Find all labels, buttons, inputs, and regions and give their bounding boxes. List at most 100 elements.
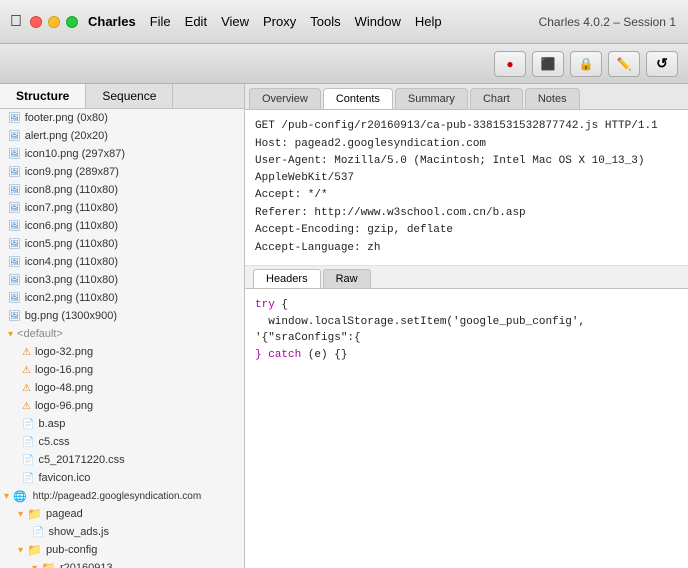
sub-tab-raw[interactable]: Raw (323, 269, 371, 288)
folder-icon: ▾ (18, 509, 23, 520)
menu-window[interactable]: Window (355, 14, 401, 29)
menu-file[interactable]: File (150, 14, 171, 29)
list-item[interactable]: 🖼 icon5.png (110x80) (0, 235, 244, 253)
file-icon: 📄 (22, 473, 34, 484)
list-item-default[interactable]: ▾ <default> (0, 325, 244, 343)
list-item[interactable]: 🖼 bg.png (1300x900) (0, 307, 244, 325)
list-item[interactable]: 🖼 alert.png (20x20) (0, 127, 244, 145)
main-area: Structure Sequence 🖼 footer.png (0x80) 🖼… (0, 84, 688, 568)
site-icon: 🌐 (13, 490, 27, 503)
request-info: GET /pub-config/r20160913/ca-pub-3381531… (245, 110, 688, 266)
list-item[interactable]: 🖼 icon10.png (297x87) (0, 145, 244, 163)
menu-edit[interactable]: Edit (185, 14, 207, 29)
list-item[interactable]: 🖼 icon7.png (110x80) (0, 199, 244, 217)
menu-help[interactable]: Help (415, 14, 442, 29)
folder-icon: 📁 (27, 507, 42, 521)
list-item[interactable]: ⚠ logo-96.png (0, 397, 244, 415)
warning-icon: ⚠ (22, 383, 31, 394)
list-item[interactable]: 🖼 icon4.png (110x80) (0, 253, 244, 271)
menu-view[interactable]: View (221, 14, 249, 29)
image-icon: 🖼 (8, 275, 21, 286)
code-area: try { window.localStorage.setItem('googl… (245, 289, 688, 568)
sidebar-list: 🖼 footer.png (0x80) 🖼 alert.png (20x20) … (0, 109, 244, 568)
host-line: Host: pagead2.googlesyndication.com (255, 136, 678, 153)
tab-overview[interactable]: Overview (249, 88, 321, 109)
list-item[interactable]: ▾ 📁 pub-config (0, 541, 244, 559)
folder-icon: ▾ (18, 545, 23, 556)
list-item[interactable]: 📄 favicon.ico (0, 469, 244, 487)
folder-icon: ▾ (32, 563, 37, 568)
file-icon: 📄 (32, 527, 44, 538)
folder-icon: ▾ (8, 329, 13, 340)
accept-line: Accept: */* (255, 187, 678, 204)
maximize-button[interactable] (66, 16, 78, 28)
image-icon: 🖼 (8, 131, 21, 142)
image-icon: 🖼 (8, 293, 21, 304)
list-item[interactable]: ▾ 📁 pagead (0, 505, 244, 523)
right-content: GET /pub-config/r20160913/ca-pub-3381531… (245, 110, 688, 568)
menu-charles[interactable]: Charles (88, 14, 136, 29)
list-item[interactable]: 🖼 icon8.png (110x80) (0, 181, 244, 199)
list-item-googlesyndication[interactable]: ▾ 🌐 http://pagead2.googlesyndication.com (0, 487, 244, 505)
tab-structure[interactable]: Structure (0, 84, 86, 108)
list-item[interactable]: 📄 c5.css (0, 433, 244, 451)
right-panel: Overview Contents Summary Chart Notes GE… (245, 84, 688, 568)
menu-tools[interactable]: Tools (310, 14, 340, 29)
image-icon: 🖼 (8, 221, 21, 232)
apple-logo:  (10, 13, 22, 31)
list-item[interactable]: ▾ 📁 r20160913 (0, 559, 244, 568)
sub-tab-headers[interactable]: Headers (253, 269, 321, 288)
sub-tabs: Headers Raw (245, 266, 688, 289)
minimize-button[interactable] (48, 16, 60, 28)
tab-contents[interactable]: Contents (323, 88, 393, 109)
folder-icon: 📁 (27, 543, 42, 557)
list-item[interactable]: 🖼 icon9.png (289x87) (0, 163, 244, 181)
list-item[interactable]: 🖼 footer.png (0x80) (0, 109, 244, 127)
code-catch: catch (268, 349, 301, 361)
tab-sequence[interactable]: Sequence (86, 84, 173, 108)
refresh-button[interactable]: ↺ (646, 51, 678, 77)
refresh-icon: ↺ (656, 55, 668, 72)
tab-notes[interactable]: Notes (525, 88, 580, 109)
title-bar:  Charles File Edit View Proxy Tools Win… (0, 0, 688, 44)
traffic-lights (30, 16, 78, 28)
list-item[interactable]: 📄 c5_20171220.css (0, 451, 244, 469)
image-icon: 🖼 (8, 257, 21, 268)
warning-icon: ⚠ (22, 401, 31, 412)
image-icon: 🖼 (8, 167, 21, 178)
right-tabs: Overview Contents Summary Chart Notes (245, 84, 688, 110)
image-icon: 🖼 (8, 311, 21, 322)
record-button[interactable]: ● (494, 51, 526, 77)
referer-line: Referer: http://www.w3school.com.cn/b.as… (255, 205, 678, 222)
request-line: GET /pub-config/r20160913/ca-pub-3381531… (255, 118, 678, 135)
image-icon: 🖼 (8, 113, 21, 124)
tab-summary[interactable]: Summary (395, 88, 468, 109)
list-item[interactable]: 🖼 icon6.png (110x80) (0, 217, 244, 235)
list-item[interactable]: 🖼 icon2.png (110x80) (0, 289, 244, 307)
list-item[interactable]: 🖼 icon3.png (110x80) (0, 271, 244, 289)
menu-proxy[interactable]: Proxy (263, 14, 296, 29)
language-line: Accept-Language: zh (255, 240, 678, 257)
stop-icon: ⬛ (541, 57, 556, 71)
folder-open-icon: ▾ (4, 491, 9, 502)
list-item[interactable]: ⚠ logo-32.png (0, 343, 244, 361)
compose-button[interactable]: ✏️ (608, 51, 640, 77)
tab-chart[interactable]: Chart (470, 88, 523, 109)
sidebar-tabs: Structure Sequence (0, 84, 244, 109)
list-item[interactable]: 📄 show_ads.js (0, 523, 244, 541)
stop-button[interactable]: ⬛ (532, 51, 564, 77)
file-icon: 📄 (22, 419, 34, 430)
list-item[interactable]: 📄 b.asp (0, 415, 244, 433)
menu-bar: Charles File Edit View Proxy Tools Windo… (88, 14, 442, 29)
ssl-icon: 🔒 (579, 57, 594, 71)
close-button[interactable] (30, 16, 42, 28)
compose-icon: ✏️ (617, 57, 632, 71)
image-icon: 🖼 (8, 185, 21, 196)
session-title: Charles 4.0.2 – Session 1 (539, 15, 676, 29)
list-item[interactable]: ⚠ logo-16.png (0, 361, 244, 379)
folder-icon: 📁 (41, 561, 56, 568)
list-item[interactable]: ⚠ logo-48.png (0, 379, 244, 397)
ssl-button[interactable]: 🔒 (570, 51, 602, 77)
warning-icon: ⚠ (22, 347, 31, 358)
image-icon: 🖼 (8, 149, 21, 160)
